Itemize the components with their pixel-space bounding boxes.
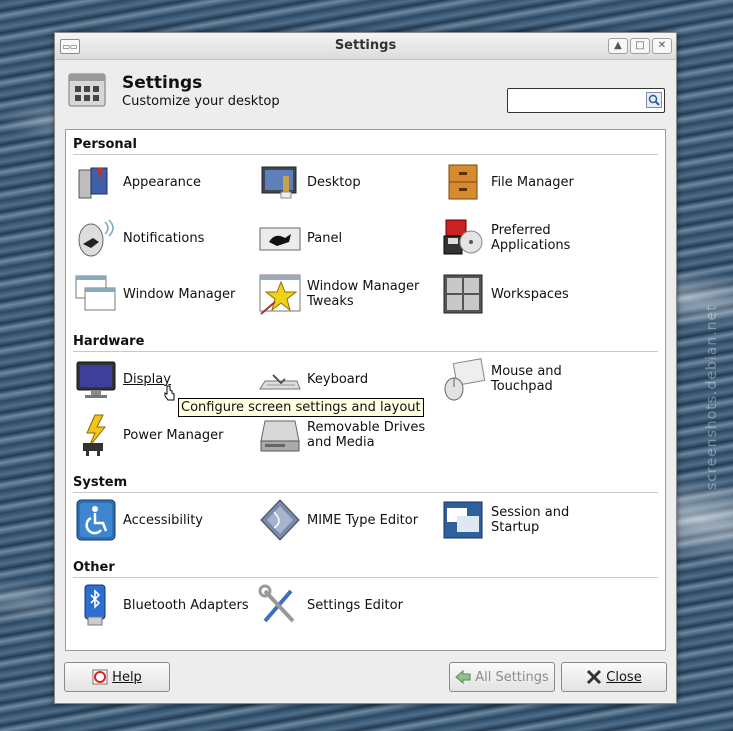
item-label: File Manager (491, 174, 574, 190)
item-removable-drives[interactable]: Removable Drives and Media (257, 413, 425, 457)
window-title: Settings (334, 38, 397, 53)
tooltip: Configure screen settings and layout (178, 398, 424, 417)
close-x-icon (587, 669, 602, 685)
item-label: Session and Startup (491, 505, 570, 535)
preferred-applications-icon (443, 219, 483, 255)
bluetooth-icon (84, 584, 106, 626)
item-label: Preferred Applications (491, 223, 571, 253)
settings-app-icon (68, 73, 106, 107)
hand-cursor-icon (164, 385, 175, 401)
shade-icon[interactable]: ▲ (608, 38, 628, 54)
back-arrow-icon (455, 669, 471, 685)
item-label: Desktop (307, 174, 361, 190)
search-icon[interactable] (646, 92, 662, 108)
desktop-icon (261, 166, 297, 199)
maximize-icon[interactable]: □ (630, 38, 650, 54)
section-divider (73, 577, 658, 578)
session-startup-icon (443, 501, 483, 539)
tools-icon (258, 584, 295, 623)
item-desktop[interactable]: Desktop (257, 160, 361, 204)
help-button[interactable]: Help (64, 662, 170, 692)
mouse-icon (444, 358, 486, 401)
drive-icon (260, 420, 300, 452)
close-button[interactable]: Close (561, 662, 667, 692)
title-bar: ▭▭ Settings ▲ □ ✕ (55, 33, 676, 60)
item-display[interactable]: Display (73, 357, 171, 401)
item-notifications[interactable]: Notifications (73, 216, 204, 260)
section-hardware: Hardware (73, 334, 145, 349)
power-manager-icon (83, 414, 107, 456)
close-icon[interactable]: ✕ (652, 38, 672, 54)
item-settings-editor[interactable]: Settings Editor (257, 583, 403, 627)
item-label: Removable Drives and Media (307, 420, 426, 450)
item-file-manager[interactable]: File Manager (441, 160, 574, 204)
item-label: Settings Editor (307, 597, 403, 613)
item-bluetooth-adapters[interactable]: Bluetooth Adapters (73, 583, 249, 627)
item-label: Bluetooth Adapters (123, 597, 249, 613)
item-panel[interactable]: Panel (257, 216, 342, 260)
keyboard-icon (259, 374, 301, 390)
item-session-startup[interactable]: Session and Startup (441, 498, 569, 542)
item-label: Workspaces (491, 286, 569, 302)
header-subtitle: Customize your desktop (122, 94, 280, 109)
item-preferred-applications[interactable]: Preferred Applications (441, 216, 570, 260)
section-other: Other (73, 560, 115, 575)
all-settings-label: All Settings (475, 669, 549, 685)
all-settings-button[interactable]: All Settings (449, 662, 555, 692)
item-window-manager-tweaks[interactable]: Window Manager Tweaks (257, 272, 419, 316)
item-label: Appearance (123, 174, 202, 190)
header-title: Settings (122, 73, 203, 93)
settings-window: ▭▭ Settings ▲ □ ✕ Settings Customize you… (54, 32, 677, 704)
section-divider (73, 154, 658, 155)
section-divider (73, 492, 658, 493)
item-label: Accessibility (123, 512, 203, 528)
item-label: Keyboard (307, 371, 369, 387)
close-label: Close (606, 669, 642, 685)
item-label: Panel (307, 230, 343, 246)
section-system: System (73, 475, 128, 490)
item-keyboard[interactable]: Keyboard (257, 357, 368, 401)
panel-icon (259, 227, 301, 251)
section-personal: Personal (73, 137, 137, 152)
section-divider (73, 351, 658, 352)
watermark-text: screenshots.debian.net (704, 304, 720, 490)
appearance-icon (78, 167, 108, 199)
item-window-manager[interactable]: Window Manager (73, 272, 235, 316)
lifebuoy-icon (92, 669, 108, 685)
item-label: Mouse and Touchpad (491, 364, 562, 394)
workspaces-icon (443, 274, 483, 314)
item-mouse-touchpad[interactable]: Mouse and Touchpad (441, 357, 562, 401)
accessibility-icon (76, 499, 116, 541)
display-icon (76, 361, 116, 398)
item-appearance[interactable]: Appearance (73, 160, 201, 204)
mime-type-icon (260, 499, 300, 541)
item-label: Notifications (123, 230, 205, 246)
file-cabinet-icon (448, 164, 478, 200)
header: Settings Customize your desktop (55, 60, 676, 120)
item-workspaces[interactable]: Workspaces (441, 272, 569, 316)
search-input[interactable] (507, 88, 665, 113)
help-label: Help (112, 669, 142, 685)
item-power-manager[interactable]: Power Manager (73, 413, 223, 457)
window-manager-icon (75, 275, 116, 311)
window-manager-tweaks-icon (259, 274, 301, 315)
item-label: Window Manager (123, 286, 236, 302)
item-label: Window Manager Tweaks (307, 279, 420, 309)
item-label: Power Manager (123, 427, 224, 443)
item-label: MIME Type Editor (307, 512, 419, 528)
item-accessibility[interactable]: Accessibility (73, 498, 203, 542)
item-mime-type-editor[interactable]: MIME Type Editor (257, 498, 418, 542)
notifications-icon (78, 219, 114, 257)
settings-list: Personal Appearance Desktop File Manager… (65, 129, 666, 651)
